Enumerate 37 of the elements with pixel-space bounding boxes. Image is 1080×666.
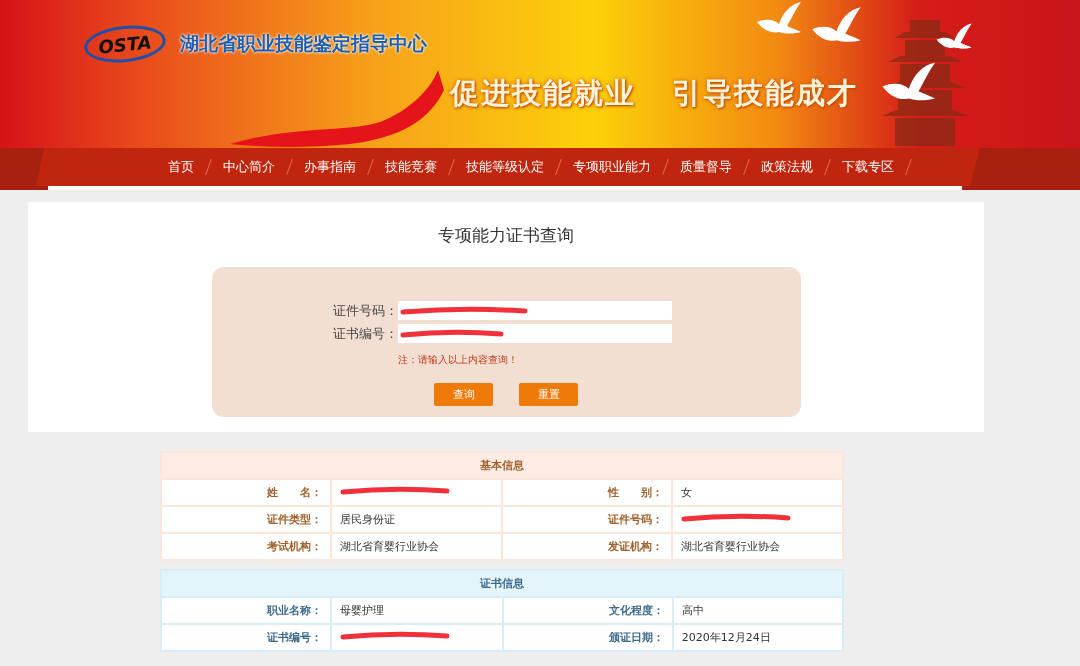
nav-link[interactable]: 首页: [154, 158, 208, 176]
table-cell: 文化程度：: [502, 597, 673, 624]
table-cell: 2020年12月24日: [672, 624, 843, 651]
table-cell: 湖北省育婴行业协会: [671, 533, 843, 560]
section-title: 证书信息: [161, 570, 843, 597]
field-label: 证件号码：: [332, 301, 398, 320]
table-cell: 姓 名：: [161, 479, 331, 506]
nav-link[interactable]: 下载专区: [828, 158, 908, 176]
slogan: 引导技能成才: [672, 75, 858, 112]
table-cell: 发证机构：: [502, 533, 672, 560]
table-cell: 职业名称：: [161, 597, 332, 624]
nav-link[interactable]: 技能竞赛: [371, 158, 451, 176]
field-label: 证书编号：: [332, 324, 398, 343]
nav-link[interactable]: 专项职业能力: [559, 158, 665, 176]
section-title: 基本信息: [161, 452, 843, 479]
table-cell: 考试机构：: [161, 533, 331, 560]
table-cell: 证件类型：: [161, 506, 331, 533]
nav-link[interactable]: 质量督导: [666, 158, 746, 176]
hint-text: 注：请输入以上内容查询！: [397, 353, 518, 367]
table-cell: 证件号码：: [502, 506, 672, 533]
site-title: 湖北省职业技能鉴定指导中心: [180, 31, 427, 56]
table-cell: 性 别：: [502, 479, 672, 506]
nav-link[interactable]: 中心简介: [209, 158, 289, 176]
table-cell: 颁证日期：: [502, 624, 673, 651]
table-cell: 女: [671, 479, 843, 506]
nav-link[interactable]: 技能等级认定: [452, 158, 558, 176]
nav-link[interactable]: 政策法规: [747, 158, 827, 176]
table-cell: 证书编号：: [161, 624, 332, 651]
nav-link[interactable]: 办事指南: [290, 158, 370, 176]
table-cell: 高中: [672, 597, 843, 624]
slogan: 促进技能就业: [450, 75, 636, 112]
table-cell: 居民身份证: [330, 506, 502, 533]
table-cell: 母婴护理: [331, 597, 503, 624]
input-field[interactable]: [398, 324, 672, 343]
input-field[interactable]: [398, 301, 672, 320]
table-cell: 湖北省育婴行业协会: [330, 533, 502, 560]
page-title: 专项能力证书查询: [438, 224, 574, 247]
